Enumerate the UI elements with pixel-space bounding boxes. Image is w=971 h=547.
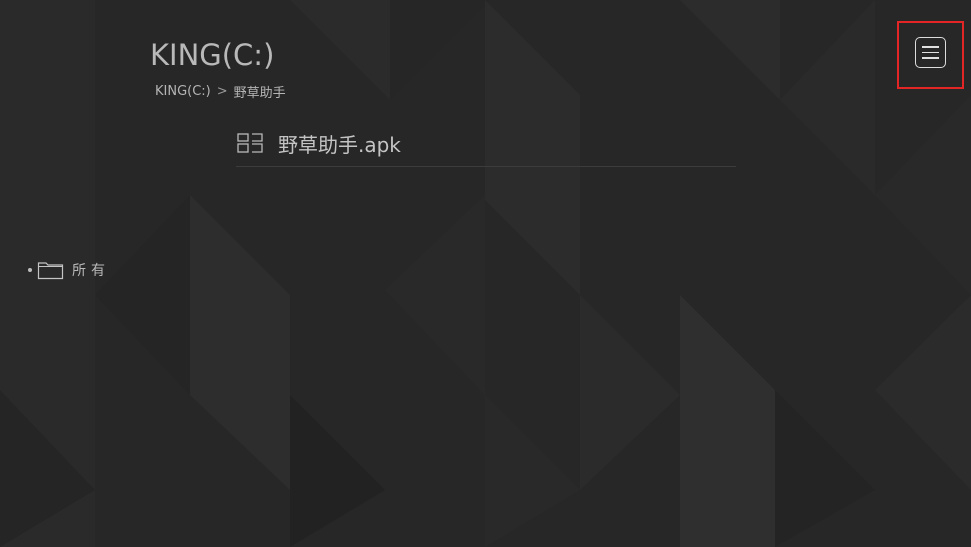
page-title: KING(C:) [150,38,275,72]
background-pattern [0,0,971,547]
breadcrumb: KING(C:) > 野草助手 [155,82,286,101]
menu-icon-bar-2 [922,51,939,54]
menu-button[interactable] [915,37,946,68]
sidebar-item-all[interactable]: 所有 [28,260,110,280]
file-list-item[interactable]: 野草助手.apk [236,120,736,167]
breadcrumb-root[interactable]: KING(C:) [155,84,211,99]
grid-view-icon [237,133,263,153]
folder-icon [37,262,64,280]
bullet-icon [28,268,32,272]
sidebar-item-label: 所有 [72,263,110,279]
file-name: 野草助手.apk [278,132,401,157]
breadcrumb-separator: > [216,84,228,99]
file-browser-screen: KING(C:) KING(C:) > 野草助手 野草助手.apk 所有 [0,0,971,547]
menu-icon-bar-3 [922,57,939,59]
menu-icon [922,46,939,48]
breadcrumb-current[interactable]: 野草助手 [234,82,286,101]
